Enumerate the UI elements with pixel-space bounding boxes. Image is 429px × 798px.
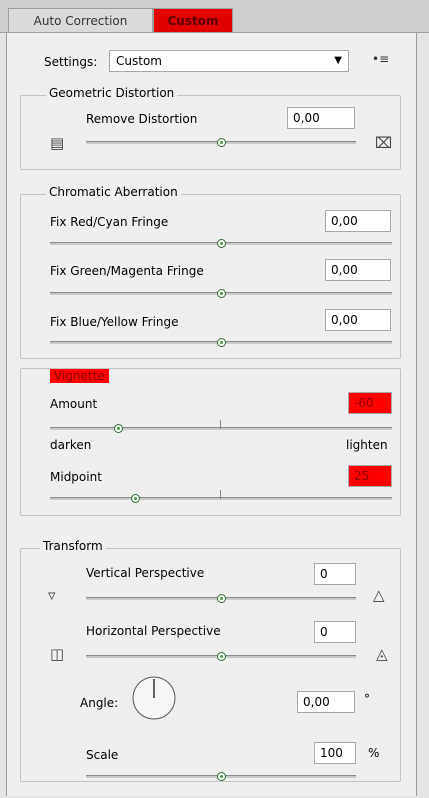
vignette-amount-center-tick — [220, 420, 221, 429]
barrel-distortion-icon[interactable]: ▤ — [50, 135, 64, 151]
chevron-down-icon: ▼ — [334, 55, 342, 66]
scale-thumb[interactable] — [216, 772, 226, 781]
vertical-perspective-right-icon[interactable]: △ — [373, 587, 385, 603]
geometric-distortion-title: Geometric Distortion — [46, 86, 178, 100]
vertical-perspective-label: Vertical Perspective — [86, 566, 205, 580]
remove-distortion-field[interactable]: 0,00 — [287, 107, 355, 129]
fix-green-magenta-label: Fix Green/Magenta Fringe — [50, 264, 204, 278]
fix-red-cyan-field[interactable]: 0,00 — [325, 210, 391, 232]
tab-custom[interactable]: Custom — [153, 8, 233, 32]
fix-blue-yellow-label: Fix Blue/Yellow Fringe — [50, 315, 179, 329]
horizontal-perspective-field[interactable]: 0 — [314, 621, 356, 643]
fix-blue-yellow-thumb[interactable] — [216, 338, 226, 347]
horizontal-perspective-label: Horizontal Perspective — [86, 624, 221, 638]
horizontal-perspective-left-icon[interactable]: ◫ — [50, 646, 64, 662]
transform-title: Transform — [40, 539, 106, 553]
vignette-title: Vignette — [50, 369, 109, 383]
horizontal-perspective-right-icon[interactable]: ◬ — [376, 646, 388, 662]
remove-distortion-label: Remove Distortion — [86, 112, 198, 126]
vertical-perspective-field[interactable]: 0 — [314, 563, 356, 585]
pincushion-distortion-icon[interactable]: ⌧ — [375, 135, 392, 151]
fix-green-magenta-field[interactable]: 0,00 — [325, 259, 391, 281]
vignette-midpoint-thumb[interactable] — [131, 494, 140, 503]
vertical-perspective-thumb[interactable] — [216, 594, 226, 603]
scale-field[interactable]: 100 — [314, 742, 356, 764]
vignette-midpoint-center-tick — [220, 490, 221, 499]
fix-green-magenta-thumb[interactable] — [216, 289, 226, 298]
fix-blue-yellow-field[interactable]: 0,00 — [325, 309, 391, 331]
vignette-midpoint-label: Midpoint — [50, 470, 102, 484]
tab-auto-correction[interactable]: Auto Correction — [8, 8, 153, 32]
vignette-amount-field[interactable]: -60 — [348, 392, 392, 414]
scale-label: Scale — [86, 748, 119, 762]
vignette-amount-track[interactable] — [50, 427, 392, 430]
settings-value: Custom — [116, 54, 162, 68]
vignette-midpoint-field[interactable]: 25 — [348, 465, 392, 487]
settings-select[interactable]: Custom ▼ — [109, 50, 349, 72]
vignette-darken-label: darken — [50, 438, 92, 452]
scale-unit: % — [368, 746, 380, 760]
angle-dial[interactable] — [126, 675, 182, 721]
settings-label: Settings: — [44, 55, 98, 69]
tab-strip: Auto Correction Custom — [0, 0, 429, 33]
fix-red-cyan-label: Fix Red/Cyan Fringe — [50, 215, 169, 229]
vignette-amount-thumb[interactable] — [113, 424, 123, 433]
angle-field[interactable]: 0,00 — [297, 691, 355, 713]
vertical-perspective-left-icon[interactable]: ▿ — [48, 587, 56, 603]
vignette-midpoint-track[interactable] — [50, 497, 392, 500]
horizontal-perspective-thumb[interactable] — [216, 652, 226, 661]
vignette-lighten-label: lighten — [346, 438, 388, 452]
fix-red-cyan-thumb[interactable] — [216, 239, 226, 248]
vignette-amount-label: Amount — [50, 397, 98, 411]
angle-label: Angle: — [80, 696, 119, 710]
angle-unit: ° — [364, 692, 370, 706]
panel-menu-icon[interactable]: •≡ — [372, 52, 389, 66]
remove-distortion-thumb[interactable] — [216, 138, 226, 147]
chromatic-aberration-title: Chromatic Aberration — [46, 185, 181, 199]
